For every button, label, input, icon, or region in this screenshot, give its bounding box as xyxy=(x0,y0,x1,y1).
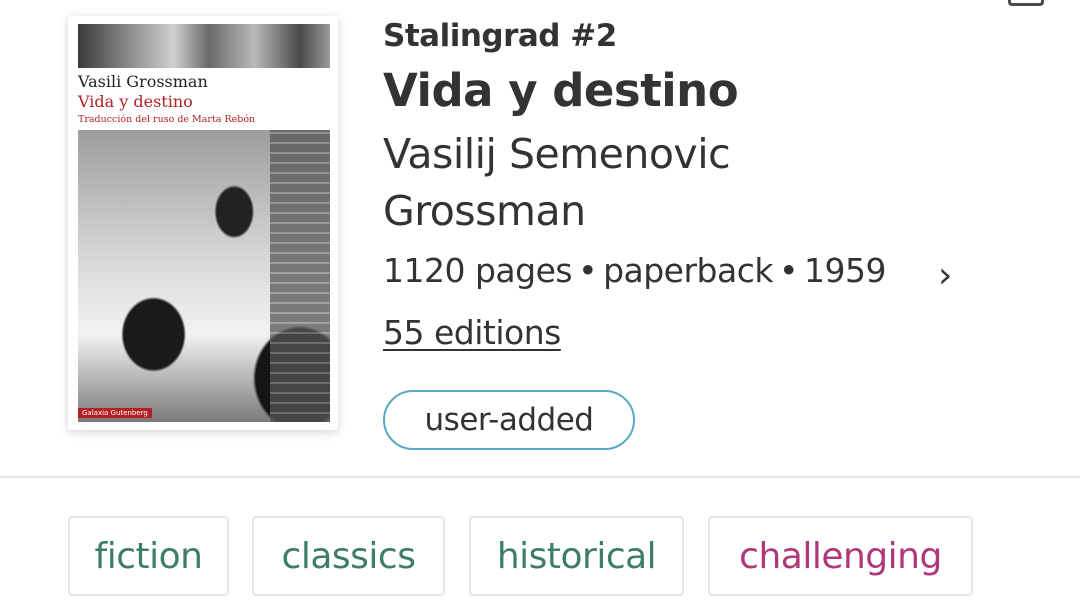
cover-photo-wall xyxy=(270,130,330,422)
book-cover[interactable]: Vasili Grossman Vida y destino Traducció… xyxy=(68,16,338,430)
cover-publisher: Galaxia Gutenberg xyxy=(78,408,152,418)
user-added-badge: user-added xyxy=(383,390,635,450)
tray-icon[interactable] xyxy=(1008,0,1044,6)
meta-separator: • xyxy=(578,251,598,290)
book-meta[interactable]: 1120 pages • paperback • 1959 xyxy=(383,251,886,290)
cover-translation: Traducción del ruso de Marta Rebón xyxy=(78,114,256,125)
series-link[interactable]: Stalingrad #2 xyxy=(383,18,617,54)
tag-challenging[interactable]: challenging xyxy=(708,516,973,596)
cover-photo-top xyxy=(78,24,330,68)
page-count: 1120 pages xyxy=(383,251,573,290)
book-format: paperback xyxy=(603,251,773,290)
author-link[interactable]: Vasilij Semenovic Grossman xyxy=(383,126,863,240)
editions-link[interactable]: 55 editions xyxy=(383,313,561,352)
tag-classics[interactable]: classics xyxy=(252,516,445,596)
publication-year: 1959 xyxy=(803,251,886,290)
cover-photo xyxy=(78,130,330,422)
cover-title: Vida y destino xyxy=(78,92,193,111)
tag-historical[interactable]: historical xyxy=(469,516,684,596)
meta-separator: • xyxy=(778,251,798,290)
cover-author: Vasili Grossman xyxy=(78,72,208,91)
tag-fiction[interactable]: fiction xyxy=(68,516,229,596)
book-title: Vida y destino xyxy=(383,64,739,117)
divider xyxy=(0,476,1080,478)
chevron-right-icon[interactable]: › xyxy=(938,255,952,296)
